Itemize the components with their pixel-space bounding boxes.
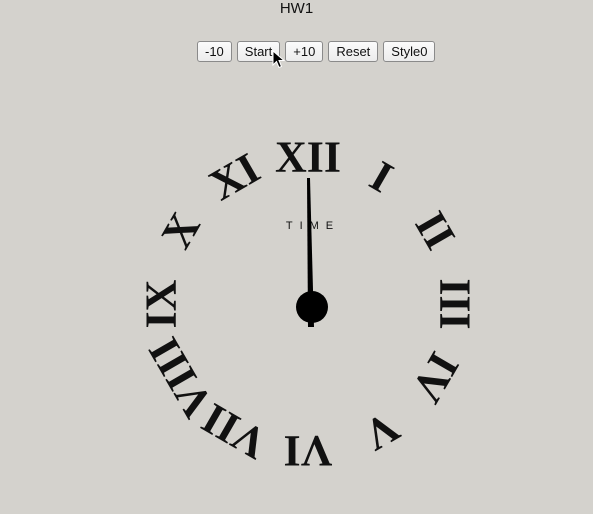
clock-numeral: X bbox=[152, 204, 210, 256]
clock-numeral: XI bbox=[201, 143, 268, 210]
clock-numeral: III bbox=[431, 278, 480, 329]
clock-face-label: TIME bbox=[286, 220, 340, 232]
clock-numeral: I bbox=[362, 151, 401, 202]
clock-numeral: XII bbox=[275, 133, 341, 182]
clock-numeral: IX bbox=[137, 279, 186, 328]
clock-numeral: IV bbox=[402, 344, 469, 411]
app-window: HW1 -10 Start +10 Reset Style0 XII I II III… bbox=[0, 0, 593, 514]
clock-numeral: V bbox=[355, 402, 407, 460]
mouse-pointer-icon bbox=[272, 50, 286, 69]
clock: XII IIIIIIIVVVIVIIVIIIIXXXI TIME bbox=[137, 133, 480, 476]
clock-numeral: II bbox=[406, 203, 466, 257]
clock-numeral: VI bbox=[284, 427, 333, 476]
clock-center-hub bbox=[296, 291, 328, 323]
